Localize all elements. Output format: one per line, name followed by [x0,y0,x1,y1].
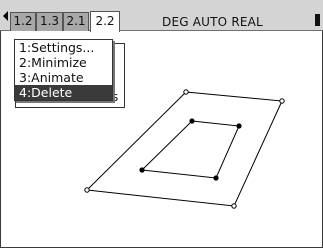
tab-1-2[interactable]: 1.2 [10,12,36,31]
inner-quadrilateral[interactable] [140,120,240,179]
battery-icon [315,14,320,26]
vertex-point[interactable] [189,118,195,124]
tab-label: 1.2 [13,14,33,28]
vertex-point[interactable] [139,167,145,173]
vertex-point[interactable] [279,98,285,104]
tab-2-2[interactable]: 2.2 [90,11,120,32]
tab-bar: 1.2 1.3 2.1 2.2 DEG AUTO REAL [0,0,323,32]
menu-item-animate[interactable]: 3:Animate [15,70,112,85]
vertex-point[interactable] [84,187,90,193]
tab-1-3[interactable]: 1.3 [36,12,63,31]
tab-label: 2.1 [66,14,86,28]
outer-quadrilateral[interactable] [85,91,283,207]
tab-label: 1.3 [39,14,60,28]
vertex-point[interactable] [183,89,189,95]
context-menu: 1:Settings... 2:Minimize 3:Animate 4:Del… [14,39,113,101]
tab-2-1[interactable]: 2.1 [63,12,89,31]
vertex-point[interactable] [236,123,242,129]
scroll-left-arrow-icon[interactable] [3,11,8,21]
tab-label: 2.2 [95,14,115,28]
menu-item-settings[interactable]: 1:Settings... [15,40,112,55]
vertex-point[interactable] [231,203,237,209]
mode-status: DEG AUTO REAL [162,15,263,29]
vertex-point[interactable] [213,175,219,181]
menu-item-delete[interactable]: 4:Delete [15,85,112,100]
menu-item-minimize[interactable]: 2:Minimize [15,55,112,70]
